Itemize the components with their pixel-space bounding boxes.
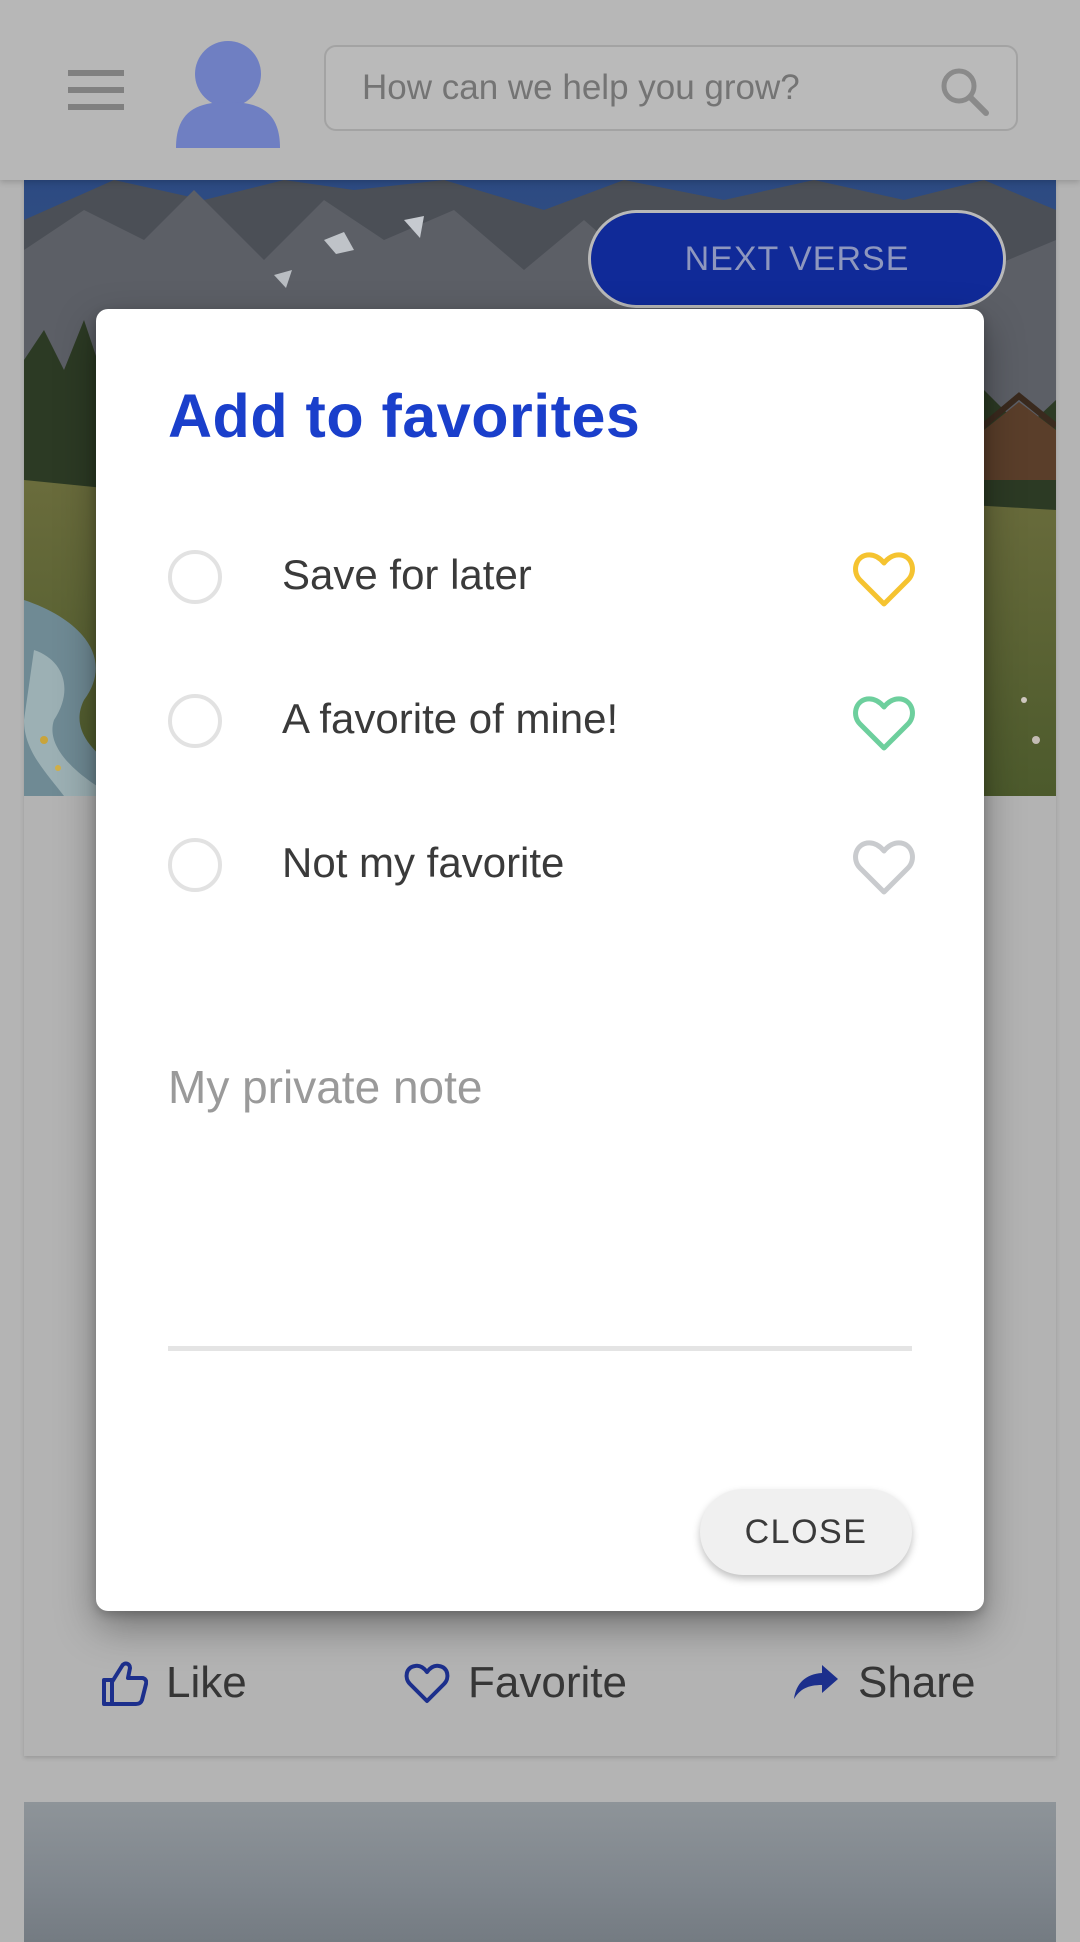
radio-button[interactable] [168,694,222,748]
heart-icon-gray [853,840,915,895]
option-label: Not my favorite [282,839,565,886]
option-label: A favorite of mine! [282,695,619,742]
option-label: Save for later [282,551,532,598]
add-to-favorites-dialog: Add to favorites Save for later A favori… [96,309,984,1611]
heart-icon-green [853,696,915,751]
option-save-for-later[interactable]: Save for later [168,543,916,615]
option-a-favorite-of-mine[interactable]: A favorite of mine! [168,687,916,759]
private-note-field[interactable] [168,1049,912,1125]
heart-icon-yellow [853,552,915,607]
dialog-title: Add to favorites [168,382,641,450]
radio-button[interactable] [168,838,222,892]
radio-button[interactable] [168,550,222,604]
option-not-my-favorite[interactable]: Not my favorite [168,831,916,903]
note-field-underline [168,1346,912,1351]
close-button[interactable]: CLOSE [700,1489,912,1575]
